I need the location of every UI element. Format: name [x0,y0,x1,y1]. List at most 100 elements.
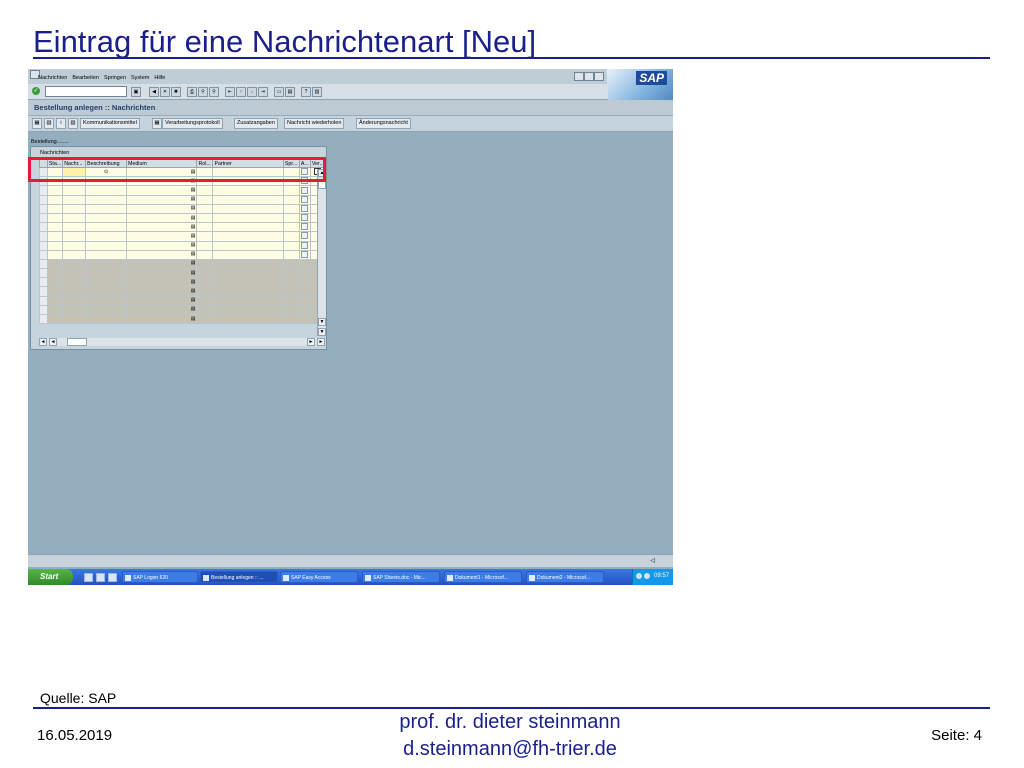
rolle-cell[interactable] [196,212,214,224]
beschreibung-cell[interactable] [85,212,127,224]
vertical-scrollbar[interactable]: ▲ ▼ ▼ [317,169,326,336]
medium-cell[interactable]: ▤ [125,194,198,205]
task-dokument2[interactable]: Dokument2 - Microsof... [526,571,604,583]
dropdown-icon[interactable]: ▤ [191,279,196,286]
nachrichtenart-cell[interactable] [62,286,87,297]
nachrichtenart-cell[interactable] [62,240,87,251]
task-bestellung[interactable]: Bestellung anlegen :: ... [200,571,278,583]
rolle-cell[interactable] [196,203,214,214]
a-cell[interactable] [298,212,311,224]
status-cell[interactable] [46,277,64,288]
enter-icon[interactable]: ✓ [32,87,40,95]
last-page-icon[interactable]: ⇥ [258,87,268,97]
row-selector[interactable] [39,268,48,279]
sprache-cell[interactable] [282,222,300,233]
status-cell[interactable] [46,194,64,205]
sprache-cell[interactable] [282,212,300,224]
dropdown-icon[interactable]: ▤ [191,270,196,277]
nachrichtenart-cell[interactable] [62,268,87,279]
dropdown-icon[interactable]: ▤ [191,215,196,222]
kommunikationsmittel-button[interactable]: Kommunikationsmittel [80,118,140,129]
row-selector[interactable] [39,222,48,233]
scroll-down-icon[interactable]: ▼ [318,328,326,336]
layout-menu-icon[interactable]: ▥ [312,87,322,97]
row-selector[interactable] [39,313,48,325]
a-cell[interactable] [298,268,311,279]
dropdown-icon[interactable]: ▤ [191,224,196,231]
beschreibung-cell[interactable] [85,185,127,196]
partner-cell[interactable] [212,231,284,242]
sprache-cell[interactable] [282,313,300,325]
nachrichtenart-cell[interactable] [62,304,87,316]
shortcut-icon[interactable]: ▤ [285,87,295,97]
find-next-icon[interactable]: ⚲ [209,87,219,97]
status-cell[interactable] [46,222,64,233]
sprache-cell[interactable] [282,286,300,297]
beschreibung-cell[interactable] [85,313,127,325]
status-cell[interactable] [46,268,64,279]
partner-cell[interactable] [212,212,284,224]
horizontal-scroll-thumb[interactable] [67,338,87,346]
a-cell[interactable] [298,203,311,214]
status-cell[interactable] [46,185,64,196]
task-sap-sheets[interactable]: SAP Sheets.doc - Mic... [362,571,440,583]
a-cell[interactable] [298,304,311,316]
rolle-cell[interactable] [196,231,214,242]
menu-bearbeiten[interactable]: Bearbeiten [72,75,99,81]
medium-cell[interactable]: ▤ [125,240,198,251]
rolle-cell[interactable] [196,295,214,306]
partner-cell[interactable] [212,313,284,325]
details-icon[interactable]: i [56,118,66,129]
communication-icon[interactable]: ▨ [68,118,78,129]
zusatzangaben-button[interactable]: Zusatzangaben [234,118,278,129]
sprache-cell[interactable] [282,203,300,214]
quicklaunch-icon-2[interactable] [96,573,105,582]
close-icon[interactable] [594,72,604,81]
rolle-cell[interactable] [196,258,214,270]
rolle-cell[interactable] [196,268,214,279]
menu-nachrichten[interactable]: Nachrichten [38,75,67,81]
scroll-page-down-icon[interactable]: ▼ [318,318,326,326]
nachrichtenart-cell[interactable] [62,194,87,205]
a-cell[interactable] [298,231,311,242]
medium-cell[interactable]: ▤ [125,268,198,279]
row-selector[interactable] [39,185,48,196]
status-arrow-icon[interactable]: ◁ [650,557,655,564]
nachrichtenart-cell[interactable] [62,212,87,224]
sprache-cell[interactable] [282,258,300,270]
beschreibung-cell[interactable] [85,258,127,270]
quicklaunch-icon-1[interactable] [84,573,93,582]
nachrichtenart-cell[interactable] [62,231,87,242]
partner-cell[interactable] [212,249,284,260]
a-cell[interactable] [298,249,311,260]
partner-cell[interactable] [212,277,284,288]
checkbox[interactable] [301,251,309,258]
sprache-cell[interactable] [282,185,300,196]
medium-cell[interactable]: ▤ [125,212,198,224]
partner-cell[interactable] [212,222,284,233]
row-selector[interactable] [39,277,48,288]
rolle-cell[interactable] [196,194,214,205]
sprache-cell[interactable] [282,231,300,242]
nachricht-wiederholen-button[interactable]: Nachricht wiederholen [284,118,345,129]
status-cell[interactable] [46,258,64,270]
checkbox[interactable] [301,214,309,222]
row-selector[interactable] [39,203,48,214]
checkbox[interactable] [301,186,309,194]
a-cell[interactable] [298,240,311,251]
rolle-cell[interactable] [196,222,214,233]
beschreibung-cell[interactable] [85,249,127,260]
row-selector[interactable] [39,295,48,306]
menu-system[interactable]: System [131,75,149,81]
dropdown-icon[interactable]: ▤ [191,260,196,267]
beschreibung-cell[interactable] [85,222,127,233]
task-easy-access[interactable]: SAP Easy Access [280,571,358,583]
beschreibung-cell[interactable] [85,268,127,279]
dropdown-icon[interactable]: ▤ [191,316,196,323]
row-selector[interactable] [39,240,48,251]
medium-cell[interactable]: ▤ [125,258,198,270]
scroll-left-icon[interactable]: ◄ [49,338,57,346]
scroll-first-icon[interactable]: ◄ [39,338,47,346]
start-button[interactable]: Start [28,569,73,585]
partner-cell[interactable] [212,194,284,205]
